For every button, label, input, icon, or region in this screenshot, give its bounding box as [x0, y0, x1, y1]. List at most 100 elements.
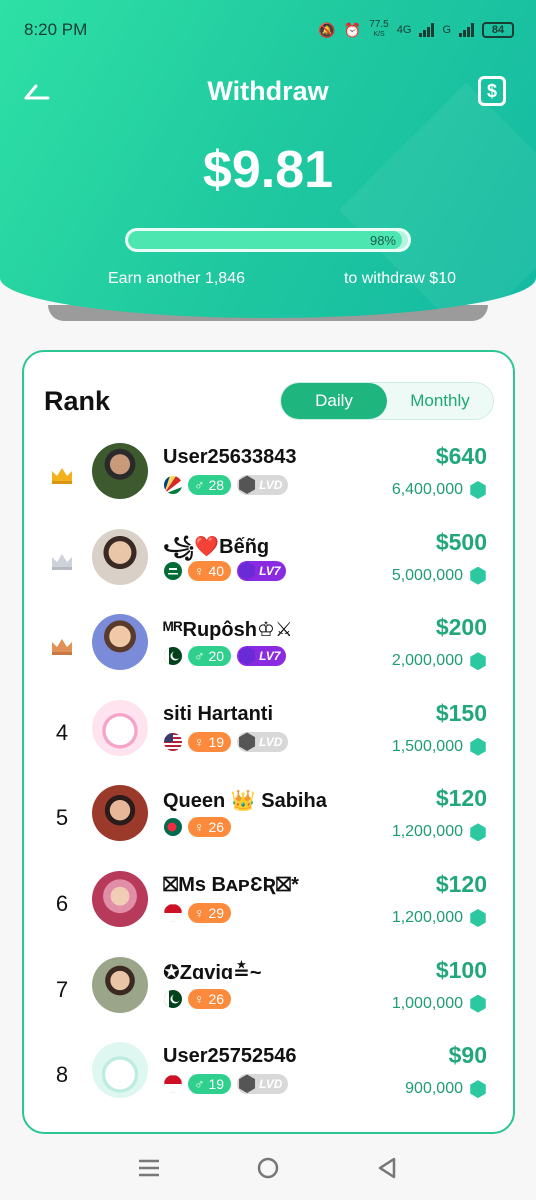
gem-icon	[470, 908, 486, 927]
gem-icon	[470, 737, 486, 756]
home-circle-icon	[257, 1157, 279, 1179]
earning-amount: $200	[435, 614, 487, 641]
net-speed-unit: K/S	[373, 31, 385, 38]
rank-row[interactable]: 4 siti Hartanti ♀ 19 ⬢ LVD $150 1,500,000	[24, 695, 513, 781]
page-title: Withdraw	[207, 76, 329, 106]
net-speed-value: 77.5	[369, 19, 389, 30]
level-badge: ⬢ LVD	[237, 472, 289, 497]
coin-value: 1,000,000	[391, 994, 463, 1012]
rank-row[interactable]: 7 ✪Zɑviɑ≛~ ♀ 26 $100 1,000,000	[24, 952, 513, 1038]
level-label: LVD	[259, 734, 283, 749]
level-hexagon-icon: ⬢	[237, 557, 257, 583]
age-value: 28	[208, 477, 225, 493]
level-hexagon-icon: ⬢	[237, 1071, 257, 1097]
home-button[interactable]	[248, 1148, 288, 1188]
rank-position: 5	[55, 805, 69, 831]
avatar[interactable]	[92, 699, 148, 756]
rank-row[interactable]: ᴹᴿRupôsh♔⚔ ♂ 20 ⬢ LV7 $200 2,000,000	[24, 609, 513, 695]
gender-age-badge: ♂ 20	[188, 646, 232, 667]
coin-value: 6,400,000	[391, 481, 463, 498]
female-icon: ♀	[194, 562, 205, 579]
alarm-icon: ⏰	[343, 21, 362, 38]
rank-position: 6	[55, 890, 69, 916]
coin-total: 1,200,000	[392, 823, 487, 842]
status-time: 8:20 PM	[24, 20, 88, 39]
network-4g-label: 4G	[396, 24, 412, 36]
avatar[interactable]	[92, 614, 148, 671]
avatar[interactable]	[92, 870, 148, 927]
age-value: 19	[208, 733, 225, 750]
flag-indonesia-icon	[164, 903, 182, 922]
coin-total: 6,400,000	[392, 481, 487, 499]
dollar-receipt-icon: $	[486, 80, 497, 101]
level-badge: ⬢ LVD	[237, 729, 289, 754]
avatar[interactable]	[92, 956, 148, 1013]
user-tags: ♀ 19 ⬢ LVD	[164, 729, 289, 754]
coin-value: 900,000	[405, 1080, 463, 1098]
mute-icon: 🔕	[318, 21, 336, 38]
progress-fill	[128, 231, 403, 249]
rank-row[interactable]: 6 ⛝Ms BᴀᴘƐƦ⛝* ♀ 29 $120 1,200,000	[24, 866, 513, 952]
female-icon: ♀	[194, 733, 205, 750]
rank-row[interactable]: 8 User25752546 ♂ 19 ⬢ LVD $90 900,000	[24, 1037, 513, 1123]
flag-bangladesh-icon	[164, 818, 182, 837]
rank-position: 8	[55, 1062, 69, 1088]
male-icon: ♂	[194, 648, 205, 665]
rank-row[interactable]: 5 Queen 👑 Sabiha ♀ 26 $120 1,200,000	[24, 780, 513, 866]
rank-row[interactable]: ꧁❤️Bếñg ♀ 40 ⬢ LV7 $500 5,000,000	[24, 524, 513, 610]
coin-total: 2,000,000	[392, 652, 487, 671]
female-icon: ♀	[194, 990, 205, 1007]
gem-icon	[470, 566, 486, 585]
battery-icon: 84	[482, 22, 514, 38]
tab-daily[interactable]: Daily	[281, 383, 387, 419]
level-badge: ⬢ LV7	[237, 643, 287, 668]
avatar[interactable]	[92, 785, 148, 842]
gender-age-badge: ♂ 28	[188, 475, 232, 495]
earning-amount: $640	[435, 443, 487, 469]
avatar[interactable]	[92, 443, 148, 499]
gender-age-badge: ♂ 19	[188, 1074, 232, 1095]
rank-card: Rank Daily Monthly User25633843 ♂ 28 ⬢ LVD $6…	[22, 350, 515, 1134]
rank-position: 4	[55, 719, 69, 745]
age-value: 20	[208, 648, 225, 665]
level-badge: ⬢ LVD	[237, 1071, 289, 1097]
avatar[interactable]	[92, 1042, 148, 1099]
rank-row[interactable]: User25633843 ♂ 28 ⬢ LVD $640 6,400,000	[24, 438, 513, 524]
flag-pakistan-icon	[164, 647, 182, 666]
crown-silver-icon	[44, 544, 80, 580]
male-icon: ♂	[194, 477, 205, 493]
withdraw-record-button[interactable]: $	[478, 76, 506, 106]
system-nav-bar	[0, 1136, 536, 1200]
withdraw-progress-bar: 98%	[125, 228, 411, 252]
tab-monthly[interactable]: Monthly	[387, 383, 493, 419]
earn-info: Earn another 1,846 to withdraw $10	[108, 270, 456, 288]
gem-icon	[470, 1080, 486, 1099]
earning-amount: $100	[435, 956, 487, 983]
gender-age-badge: ♀ 40	[188, 560, 232, 581]
user-tags: ♀ 29	[164, 902, 232, 923]
avatar[interactable]	[92, 528, 148, 585]
rank-list: User25633843 ♂ 28 ⬢ LVD $640 6,400,000 ꧁❤️Bếñg ♀…	[24, 438, 513, 1123]
female-icon: ♀	[194, 819, 205, 836]
gem-icon	[470, 481, 486, 499]
user-name: ✪Zɑviɑ≛~	[163, 961, 262, 984]
level-label: LVD	[259, 478, 283, 492]
coin-value: 1,200,000	[391, 908, 463, 926]
age-value: 29	[208, 904, 225, 921]
flag-seychelles-icon	[164, 476, 182, 494]
withdraw-threshold-text: to withdraw $10	[343, 270, 456, 287]
recent-apps-button[interactable]	[129, 1148, 169, 1188]
female-icon: ♀	[194, 904, 205, 921]
back-nav-button[interactable]	[367, 1148, 407, 1188]
status-icons: 🔕 ⏰ 77.5 K/S 4G G 84	[318, 20, 514, 40]
earning-amount: $90	[448, 1042, 487, 1069]
level-badge: ⬢ LV7	[237, 557, 287, 583]
flag-usa-icon	[164, 732, 182, 751]
user-tags: ♂ 20 ⬢ LV7	[164, 643, 287, 668]
battery-level: 84	[491, 24, 505, 36]
withdraw-header: 8:20 PM 🔕 ⏰ 77.5 K/S 4G G 84 Withdraw $ …	[0, 0, 536, 318]
back-triangle-icon	[378, 1157, 395, 1179]
network-g-label: G	[442, 24, 451, 36]
coin-total: 1,200,000	[391, 908, 487, 927]
user-tags: ♂ 19 ⬢ LVD	[164, 1071, 289, 1097]
